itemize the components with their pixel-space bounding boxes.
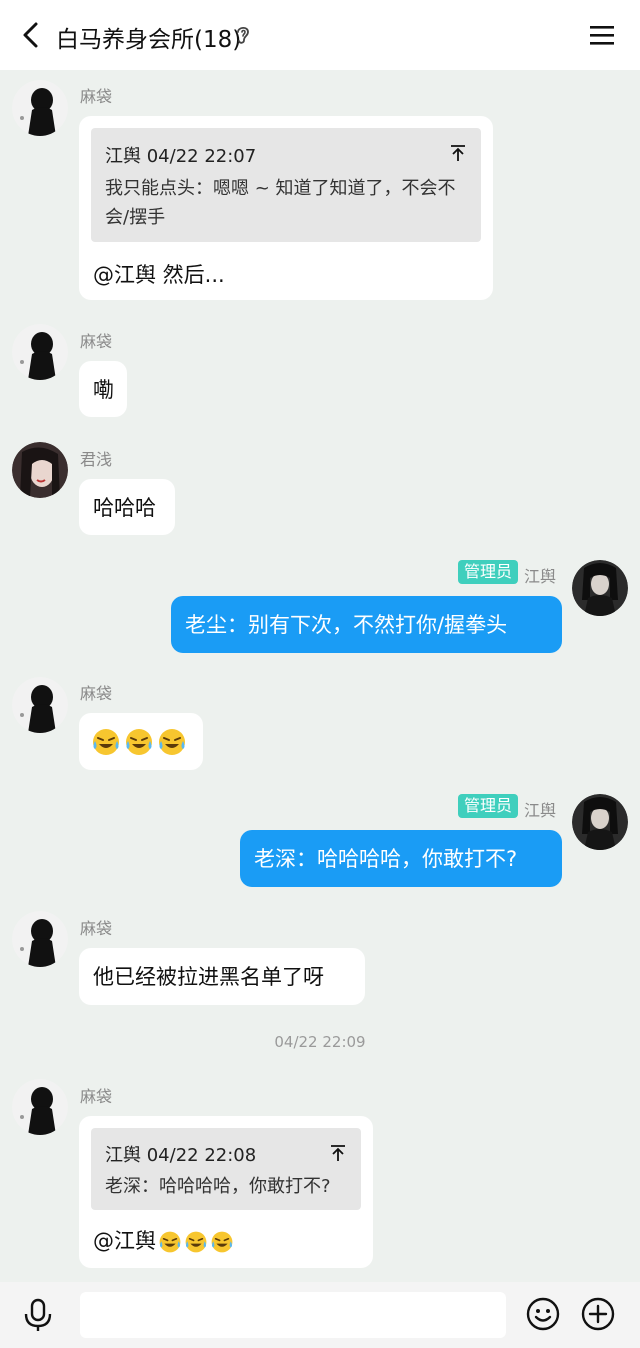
timestamp-divider: 04/22 22:09 xyxy=(274,1033,366,1051)
sender-name: 君浅 xyxy=(80,450,113,469)
sender-name: 麻袋 xyxy=(80,1087,113,1106)
avatar-jiangyu[interactable] xyxy=(572,560,628,616)
hamburger-menu-icon xyxy=(590,26,614,45)
quote-text: 我只能点头：嗯嗯 ~ 知道了知道了，不会不会/摆手 xyxy=(105,178,456,228)
avatar-jiangyu[interactable] xyxy=(572,794,628,850)
message-input[interactable] xyxy=(80,1292,506,1338)
message-bubble[interactable]: 哈哈哈 xyxy=(79,479,175,535)
sender-name: 江舆 xyxy=(524,801,557,820)
quote-message-bubble[interactable]: 江舆 04/22 22:07 我只能点头：嗯嗯 ~ 知道了知道了，不会不会/摆手… xyxy=(79,116,493,300)
avatar-madai[interactable] xyxy=(12,80,68,136)
sender-name: 麻袋 xyxy=(80,919,113,938)
ear-icon xyxy=(237,26,249,44)
jump-to-quote-icon[interactable] xyxy=(449,144,467,162)
quote-author-time: 江舆 04/22 22:08 xyxy=(105,1145,257,1166)
reply-line: @江舆 xyxy=(93,1225,234,1255)
admin-badge: 管理员 xyxy=(458,560,519,584)
chat-title: 白马养身会所(18) xyxy=(56,27,242,53)
laughing-tears-emoji xyxy=(211,1231,233,1253)
message-bubble-self[interactable]: 老尘：别有下次，不然打你/握拳头 xyxy=(171,596,562,653)
smiley-icon[interactable] xyxy=(525,1296,561,1332)
laughing-tears-emoji xyxy=(126,729,152,755)
sender-name: 麻袋 xyxy=(80,684,113,703)
microphone-icon[interactable] xyxy=(20,1297,56,1333)
quote-text: 老深：哈哈哈哈，你敢打不? xyxy=(105,1176,331,1197)
quote-author-time: 江舆 04/22 22:07 xyxy=(105,146,257,167)
message-input-bar xyxy=(0,1282,640,1348)
avatar-junqian[interactable] xyxy=(12,442,68,498)
reply-text: @江舆 xyxy=(93,1229,156,1253)
reply-text: @江舆 然后... xyxy=(93,263,225,287)
laughing-tears-emoji xyxy=(93,729,119,755)
avatar-madai[interactable] xyxy=(12,677,68,733)
message-bubble-self[interactable]: 老深：哈哈哈哈，你敢打不? xyxy=(240,830,562,887)
menu-button[interactable] xyxy=(586,18,618,52)
message-bubble[interactable]: 他已经被拉进黑名单了呀 xyxy=(79,948,365,1005)
laughing-tears-emoji xyxy=(159,1231,181,1253)
avatar-madai[interactable] xyxy=(12,911,68,967)
emoji-message-bubble[interactable] xyxy=(79,713,203,770)
sender-name: 麻袋 xyxy=(80,332,113,351)
jump-to-quote-icon[interactable] xyxy=(329,1144,347,1162)
sender-name: 麻袋 xyxy=(80,87,113,106)
admin-badge: 管理员 xyxy=(458,794,519,818)
laughing-tears-emoji xyxy=(159,729,185,755)
laughing-tears-emoji xyxy=(185,1231,207,1253)
quoted-message[interactable]: 江舆 04/22 22:07 我只能点头：嗯嗯 ~ 知道了知道了，不会不会/摆手 xyxy=(91,128,481,242)
chevron-left-icon xyxy=(23,22,38,48)
avatar-madai[interactable] xyxy=(12,324,68,380)
quoted-message[interactable]: 江舆 04/22 22:08 老深：哈哈哈哈，你敢打不? xyxy=(91,1128,361,1210)
quote-message-bubble[interactable]: 江舆 04/22 22:08 老深：哈哈哈哈，你敢打不? @江舆 xyxy=(79,1116,373,1268)
sender-name: 江舆 xyxy=(524,567,557,586)
chat-header: 白马养身会所(18) xyxy=(0,0,640,70)
avatar-madai[interactable] xyxy=(12,1079,68,1135)
message-bubble[interactable]: 嘞 xyxy=(79,361,127,417)
back-button[interactable] xyxy=(14,18,48,52)
plus-circle-icon[interactable] xyxy=(580,1296,616,1332)
